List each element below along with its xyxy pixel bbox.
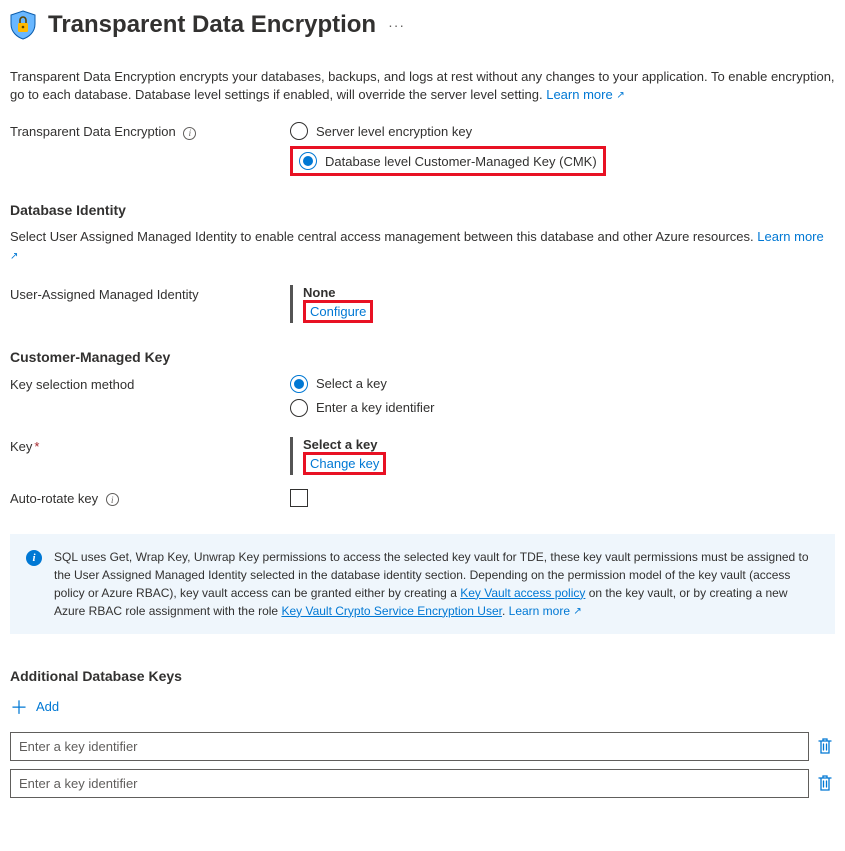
select-key-radio[interactable]: Select a key (290, 375, 835, 393)
radio-unselected-icon (290, 399, 308, 417)
database-level-cmk-radio-label: Database level Customer-Managed Key (CMK… (325, 154, 597, 169)
external-link-icon: ↗ (10, 251, 18, 262)
uami-label: User-Assigned Managed Identity (10, 285, 290, 302)
key-identifier-input[interactable] (10, 732, 809, 761)
key-vault-access-policy-link[interactable]: Key Vault access policy (460, 586, 585, 600)
database-level-cmk-radio[interactable]: Database level Customer-Managed Key (CMK… (299, 152, 597, 170)
radio-unselected-icon (290, 122, 308, 140)
info-filled-icon: i (26, 550, 42, 566)
page-title: Transparent Data Encryption (48, 11, 376, 39)
trash-icon (817, 774, 833, 792)
tde-label: Transparent Data Encryption i (10, 122, 290, 140)
key-vault-crypto-role-link[interactable]: Key Vault Crypto Service Encryption User (281, 604, 502, 618)
auto-rotate-checkbox[interactable] (290, 489, 308, 507)
key-value: Select a key (303, 437, 835, 452)
more-actions-button[interactable]: ··· (388, 17, 405, 33)
enter-key-identifier-radio-label: Enter a key identifier (316, 400, 435, 415)
auto-rotate-label: Auto-rotate key i (10, 489, 290, 507)
info-icon[interactable]: i (183, 127, 196, 140)
key-identifier-input[interactable] (10, 769, 809, 798)
database-identity-heading: Database Identity (10, 202, 835, 218)
plus-icon: ＋ (10, 694, 28, 720)
page-description: Transparent Data Encryption encrypts you… (10, 68, 835, 104)
learn-more-link[interactable]: Learn more ↗ (546, 87, 625, 102)
required-indicator-icon: * (34, 439, 39, 454)
key-label: Key* (10, 437, 290, 454)
external-link-icon: ↗ (616, 90, 624, 101)
server-level-radio[interactable]: Server level encryption key (290, 122, 835, 140)
add-key-button[interactable]: ＋ Add (10, 694, 59, 720)
change-key-link[interactable]: Change key (310, 456, 379, 471)
additional-keys-heading: Additional Database Keys (10, 668, 835, 684)
uami-value: None (303, 285, 835, 300)
enter-key-identifier-radio[interactable]: Enter a key identifier (290, 399, 835, 417)
key-identifier-row (10, 732, 835, 761)
info-callout: i SQL uses Get, Wrap Key, Unwrap Key per… (10, 534, 835, 634)
shield-lock-icon (10, 10, 36, 40)
select-key-radio-label: Select a key (316, 376, 387, 391)
server-level-radio-label: Server level encryption key (316, 124, 472, 139)
key-selection-method-label: Key selection method (10, 375, 290, 392)
cmk-heading: Customer-Managed Key (10, 349, 835, 365)
radio-selected-icon (299, 152, 317, 170)
external-link-icon: ↗ (573, 606, 581, 617)
delete-key-button[interactable] (817, 774, 835, 792)
radio-selected-icon (290, 375, 308, 393)
trash-icon (817, 737, 833, 755)
configure-identity-link[interactable]: Configure (310, 304, 366, 319)
database-identity-description: Select User Assigned Managed Identity to… (10, 228, 835, 264)
add-key-label: Add (36, 699, 59, 714)
info-icon[interactable]: i (106, 493, 119, 506)
page-header: Transparent Data Encryption ··· (10, 10, 835, 40)
key-identifier-row (10, 769, 835, 798)
delete-key-button[interactable] (817, 737, 835, 755)
infobox-learn-more-link[interactable]: Learn more ↗ (509, 604, 582, 618)
